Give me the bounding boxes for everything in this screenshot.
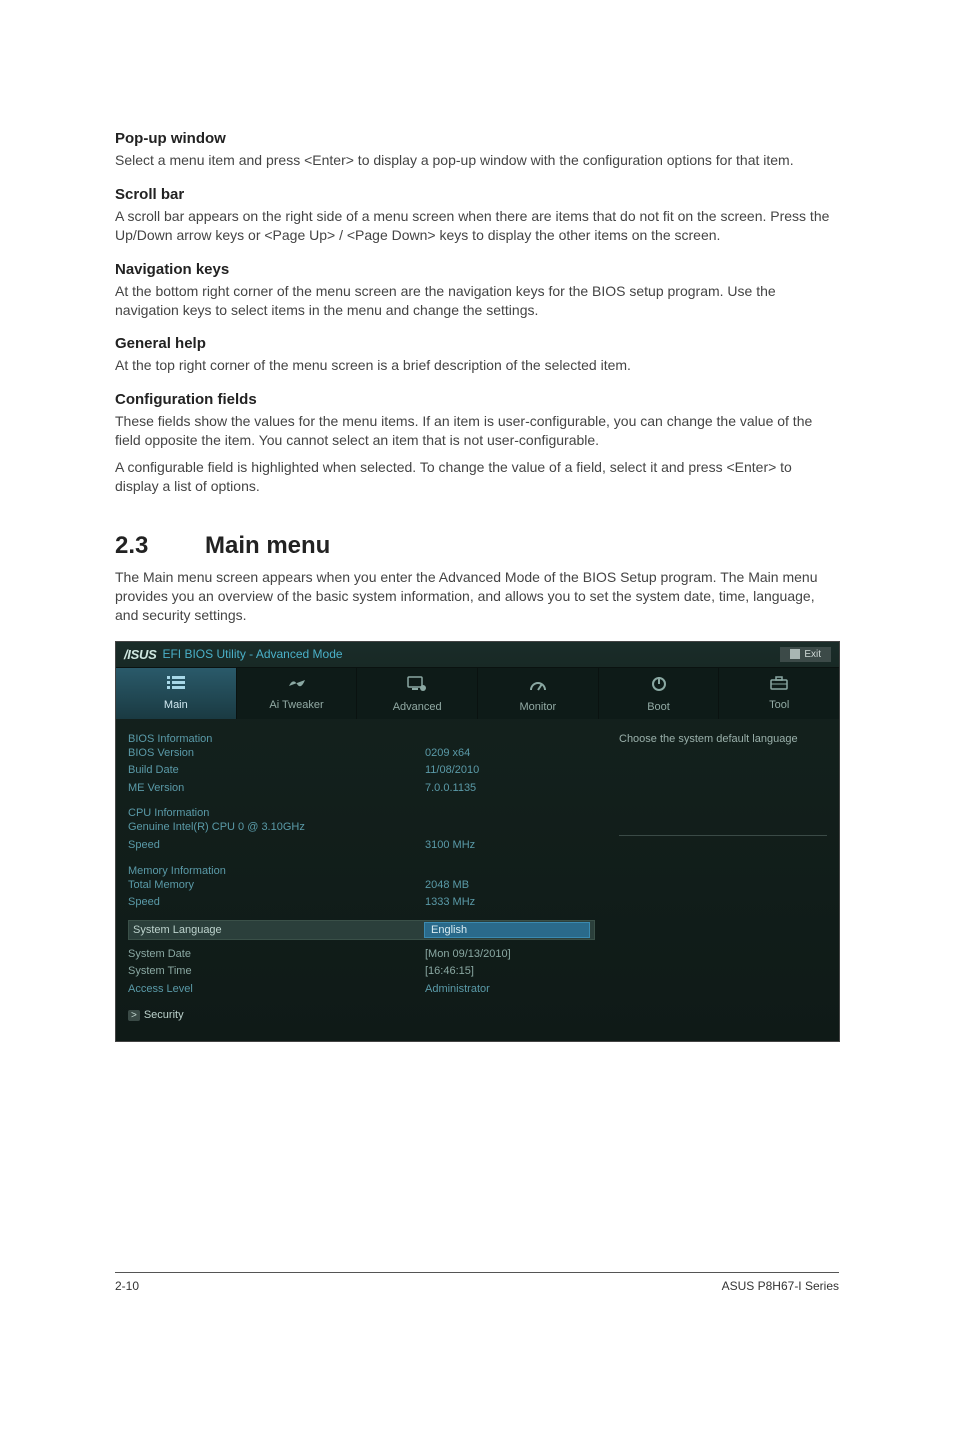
total-memory-label: Total Memory <box>128 877 425 895</box>
scrollbar-text: A scroll bar appears on the right side o… <box>115 207 839 245</box>
configfields-heading: Configuration fields <box>115 391 839 408</box>
product-name: ASUS P8H67-I Series <box>722 1279 839 1293</box>
asus-logo: /ISUS <box>124 647 156 662</box>
configfields-text1: These fields show the values for the men… <box>115 412 839 450</box>
cpu-speed-row: Speed 3100 MHz <box>128 837 595 855</box>
gauge-icon <box>478 676 598 697</box>
bios-version-label: BIOS Version <box>128 745 425 763</box>
tab-tool-label: Tool <box>769 699 789 711</box>
popup-text: Select a menu item and press <Enter> to … <box>115 151 839 170</box>
system-date-row[interactable]: System Date [Mon 09/13/2010] <box>128 946 595 964</box>
system-time-label: System Time <box>128 963 425 981</box>
toolbox-icon <box>719 676 839 695</box>
bios-main-panel: BIOS Information BIOS Version 0209 x64 B… <box>128 733 607 1021</box>
tweaker-icon <box>237 676 357 695</box>
navkeys-heading: Navigation keys <box>115 261 839 278</box>
system-date-label: System Date <box>128 946 425 964</box>
section-title: 2.3Main menu <box>115 532 839 560</box>
total-memory-row: Total Memory 2048 MB <box>128 877 595 895</box>
bios-version-row: BIOS Version 0209 x64 <box>128 745 595 763</box>
security-label: Security <box>144 1009 184 1021</box>
system-date-value[interactable]: [Mon 09/13/2010] <box>425 946 595 964</box>
cpu-speed-label: Speed <box>128 837 425 855</box>
tab-monitor[interactable]: Monitor <box>478 668 599 719</box>
tab-tweaker-label: Ai Tweaker <box>269 699 323 711</box>
help-divider <box>619 835 827 836</box>
exit-button[interactable]: Exit <box>780 647 831 662</box>
memory-speed-row: Speed 1333 MHz <box>128 894 595 912</box>
bios-version-value: 0209 x64 <box>425 745 595 763</box>
access-level-row: Access Level Administrator <box>128 981 595 999</box>
bios-screenshot: /ISUS EFI BIOS Utility - Advanced Mode E… <box>115 641 840 1042</box>
tab-tool[interactable]: Tool <box>719 668 839 719</box>
me-version-label: ME Version <box>128 780 425 798</box>
bios-titlebar: /ISUS EFI BIOS Utility - Advanced Mode E… <box>116 642 839 668</box>
configfields-text2: A configurable field is highlighted when… <box>115 458 839 496</box>
submenu-arrow-icon: > <box>128 1010 140 1021</box>
power-icon <box>599 676 719 697</box>
cpu-information-header: CPU Information <box>128 807 595 819</box>
me-version-value: 7.0.0.1135 <box>425 780 595 798</box>
build-date-label: Build Date <box>128 762 425 780</box>
memory-speed-value: 1333 MHz <box>425 894 595 912</box>
system-language-label: System Language <box>133 924 424 936</box>
navkeys-text: At the bottom right corner of the menu s… <box>115 282 839 320</box>
generalhelp-text: At the top right corner of the menu scre… <box>115 356 839 375</box>
cpu-model: Genuine Intel(R) CPU 0 @ 3.10GHz <box>128 819 595 837</box>
monitor-gear-icon <box>357 676 477 697</box>
security-item[interactable]: > Security <box>128 1009 595 1021</box>
memory-speed-label: Speed <box>128 894 425 912</box>
generalhelp-heading: General help <box>115 335 839 352</box>
memory-information-header: Memory Information <box>128 865 595 877</box>
tab-boot[interactable]: Boot <box>599 668 720 719</box>
help-text: Choose the system default language <box>619 733 827 745</box>
tab-ai-tweaker[interactable]: Ai Tweaker <box>237 668 358 719</box>
tab-main-label: Main <box>164 699 188 711</box>
scrollbar-heading: Scroll bar <box>115 186 839 203</box>
tab-advanced[interactable]: Advanced <box>357 668 478 719</box>
build-date-row: Build Date 11/08/2010 <box>128 762 595 780</box>
system-time-value[interactable]: [16:46:15] <box>425 963 595 981</box>
bios-help-panel: Choose the system default language <box>607 733 827 1021</box>
tab-main[interactable]: Main <box>116 668 237 719</box>
cpu-speed-value: 3100 MHz <box>425 837 595 855</box>
exit-label: Exit <box>804 649 821 660</box>
system-language-value[interactable]: English <box>424 922 590 938</box>
tab-boot-label: Boot <box>647 701 670 713</box>
system-language-row[interactable]: System Language English <box>128 920 595 940</box>
system-time-row[interactable]: System Time [16:46:15] <box>128 963 595 981</box>
build-date-value: 11/08/2010 <box>425 762 595 780</box>
page-footer: 2-10 ASUS P8H67-I Series <box>0 1272 954 1323</box>
list-icon <box>116 676 236 695</box>
footer-divider <box>115 1272 839 1273</box>
mainmenu-intro: The Main menu screen appears when you en… <box>115 568 839 625</box>
cpu-model-row: Genuine Intel(R) CPU 0 @ 3.10GHz <box>128 819 595 837</box>
access-level-label: Access Level <box>128 981 425 999</box>
exit-icon <box>790 649 800 659</box>
me-version-row: ME Version 7.0.0.1135 <box>128 780 595 798</box>
section-number: 2.3 <box>115 532 205 560</box>
popup-heading: Pop-up window <box>115 130 839 147</box>
bios-utility-title: EFI BIOS Utility - Advanced Mode <box>162 647 342 661</box>
section-name: Main menu <box>205 532 330 559</box>
total-memory-value: 2048 MB <box>425 877 595 895</box>
tab-advanced-label: Advanced <box>393 701 442 713</box>
bios-tabs: Main Ai Tweaker Advanced Monitor <box>116 668 839 719</box>
tab-monitor-label: Monitor <box>520 701 557 713</box>
bios-information-header: BIOS Information <box>128 733 595 745</box>
page-number: 2-10 <box>115 1279 139 1293</box>
access-level-value: Administrator <box>425 981 595 999</box>
